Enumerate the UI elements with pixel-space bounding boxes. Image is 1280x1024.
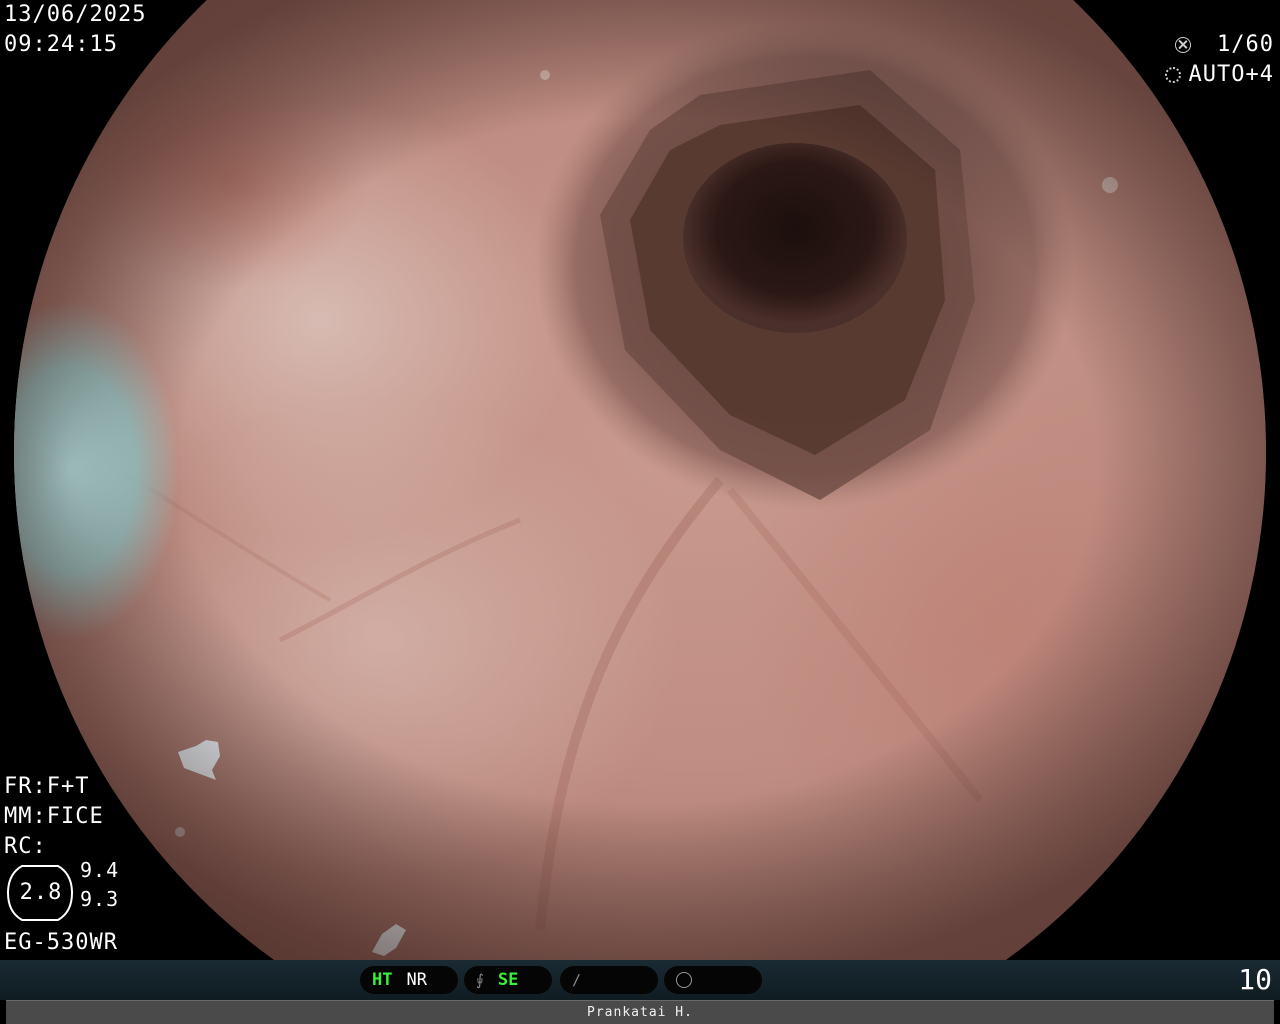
mode-indicator — [664, 966, 762, 994]
shutter-icon — [1175, 37, 1192, 53]
zoom-side-values: 9.4 9.3 — [80, 856, 119, 914]
nr-label: NR — [406, 970, 427, 990]
mode-circle-icon — [676, 972, 692, 988]
tone-curve-icon: ⨚ — [476, 971, 484, 989]
zoom-side-bottom: 9.3 — [80, 887, 120, 911]
iris-row: AUTO+4 — [1164, 60, 1274, 90]
scope-model-text: EG-530WR — [4, 930, 118, 955]
image-counter: 10 — [1238, 963, 1272, 996]
fr-text: FR:F+T — [4, 774, 90, 799]
time-text: 09:24:15 — [4, 32, 118, 57]
iris-icon — [1164, 67, 1181, 83]
mm-text: MM:FICE — [4, 804, 104, 829]
exposure-overlay: 1/60 AUTO+4 — [1164, 30, 1274, 90]
settings-overlay: FR:F+T MM:FICE RC: 2.8 9.4 9.3 EG-530WR — [4, 772, 118, 958]
zoom-side-top: 9.4 — [80, 858, 120, 882]
shutter-row: 1/60 — [1165, 30, 1274, 60]
patient-name: Prankatai H. — [587, 1005, 693, 1020]
ht-label: HT — [372, 970, 393, 990]
datetime-overlay: 13/06/2025 09:24:15 — [4, 0, 146, 60]
freeze-icon: ∕ — [572, 971, 582, 989]
patient-name-bar: Prankatai H. — [6, 1000, 1274, 1024]
ht-nr-indicator: HT NR — [360, 966, 458, 994]
se-indicator: ⨚ SE — [464, 966, 552, 994]
status-bar: HT NR ⨚ SE ∕ — [0, 960, 1280, 1000]
iris-value: AUTO+4 — [1188, 62, 1274, 87]
freeze-indicator: ∕ — [560, 966, 658, 994]
zoom-indicator: 2.8 9.4 9.3 — [4, 858, 118, 924]
endoscope-view — [0, 0, 1280, 960]
shutter-value: 1/60 — [1217, 32, 1274, 57]
zoom-value: 2.8 — [19, 880, 63, 905]
se-label: SE — [497, 970, 519, 990]
date-text: 13/06/2025 — [4, 2, 147, 27]
